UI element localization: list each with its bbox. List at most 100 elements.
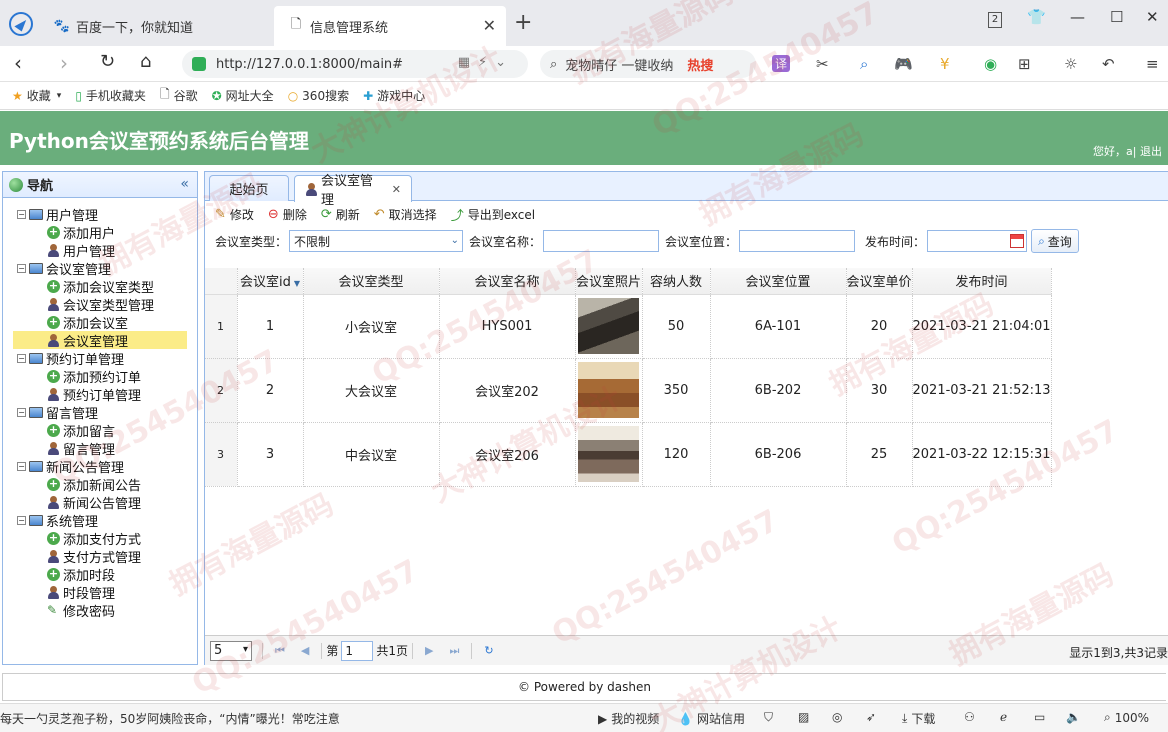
nav-item[interactable]: 新闻公告管理 bbox=[3, 493, 197, 512]
room-location-input[interactable] bbox=[739, 230, 856, 252]
url-action-icons[interactable]: ▦⚡⌄ bbox=[458, 55, 514, 70]
collapse-toggle-icon[interactable]: − bbox=[17, 209, 26, 219]
back-icon[interactable]: ‹ bbox=[14, 51, 22, 75]
nav-group[interactable]: − 系统管理 bbox=[3, 511, 197, 530]
hot-search-badge[interactable]: 热搜 bbox=[687, 55, 713, 74]
volume-icon[interactable]: 🔈 bbox=[1066, 710, 1081, 724]
browser-tab-active[interactable]: 🗋 信息管理系统 ✕ bbox=[274, 6, 506, 46]
cell-id[interactable]: 1 bbox=[237, 294, 304, 359]
mask-icon[interactable]: ⚇ bbox=[964, 710, 975, 724]
nav-item[interactable]: + 添加留言 bbox=[3, 421, 197, 440]
collapse-toggle-icon[interactable]: − bbox=[17, 515, 26, 525]
column-header-location[interactable]: 会议室位置 bbox=[710, 268, 847, 295]
cell-time[interactable]: 2021-03-21 21:04:01 bbox=[912, 294, 1052, 359]
table-row[interactable]: 1 1 小会议室 HYS001 50 6A-101 20 2021-03-21 21:04:0… bbox=[205, 294, 1052, 359]
nav-item[interactable]: 时段管理 bbox=[3, 583, 197, 602]
browser-search-input[interactable]: ⌕ 宠物晴仔 一键收纳 热搜 bbox=[540, 50, 756, 78]
magnifier-icon[interactable]: ⌕ bbox=[860, 55, 868, 73]
cell-price[interactable]: 25 bbox=[846, 422, 913, 487]
last-page-icon[interactable]: ⏭ bbox=[450, 644, 460, 658]
nav-item[interactable]: ✎ 修改密码 bbox=[3, 601, 197, 620]
nav-item[interactable]: 留言管理 bbox=[3, 439, 197, 458]
apps-grid-icon[interactable]: ⊞ bbox=[1018, 55, 1031, 73]
nav-group[interactable]: − 用户管理 bbox=[3, 205, 197, 224]
collapse-toggle-icon[interactable]: − bbox=[17, 461, 26, 471]
reload-icon[interactable]: ↻ bbox=[484, 644, 493, 657]
tab-home[interactable]: 起始页 bbox=[209, 175, 289, 201]
target-icon[interactable]: ◎ bbox=[832, 710, 842, 724]
refresh-button[interactable]: ⟳ 刷新 bbox=[321, 206, 360, 223]
news-ticker[interactable]: 每天一勺灵芝孢子粉，50岁阿姨险丧命，“内情”曝光！常吃注意 bbox=[0, 710, 340, 727]
page-number-input[interactable]: 1 bbox=[341, 640, 374, 661]
cell-capacity[interactable]: 350 bbox=[642, 358, 711, 423]
cell-id[interactable]: 2 bbox=[237, 358, 304, 423]
cell-type[interactable]: 中会议室 bbox=[303, 422, 440, 487]
rocket-icon[interactable]: ➶ bbox=[866, 710, 876, 724]
prev-page-icon[interactable]: ◀ bbox=[301, 644, 309, 657]
minimize-icon[interactable]: — bbox=[1070, 8, 1085, 26]
reload-icon[interactable]: ↻ bbox=[100, 51, 115, 72]
cell-time[interactable]: 2021-03-21 21:52:13 bbox=[912, 358, 1052, 423]
zoom-control[interactable]: ⌕ 100% bbox=[1104, 710, 1149, 725]
extension-icon[interactable]: ◉ bbox=[984, 55, 997, 73]
delete-button[interactable]: ⊖ 删除 bbox=[268, 206, 307, 223]
close-window-icon[interactable]: ✕ bbox=[1146, 8, 1159, 26]
page-size-select[interactable]: 5 ▾ bbox=[210, 640, 252, 661]
forward-icon[interactable]: › bbox=[60, 51, 68, 75]
maximize-icon[interactable]: ☐ bbox=[1110, 8, 1123, 26]
site-credit-button[interactable]: 💧 网站信用 bbox=[678, 710, 745, 727]
cell-photo[interactable] bbox=[575, 294, 643, 359]
cell-price[interactable]: 20 bbox=[846, 294, 913, 359]
brightness-icon[interactable]: ☼ bbox=[1064, 55, 1077, 73]
ie-icon[interactable]: ℯ bbox=[1000, 710, 1007, 724]
close-tab-icon[interactable]: ✕ bbox=[392, 183, 401, 196]
scissors-icon[interactable]: ✂ bbox=[816, 55, 829, 73]
download-button[interactable]: ⤓ 下载 bbox=[902, 710, 935, 727]
cancel-select-button[interactable]: ↶ 取消选择 bbox=[374, 206, 437, 223]
calendar-icon[interactable] bbox=[1010, 234, 1025, 248]
bookmark-google[interactable]: 🗋 谷歌 bbox=[160, 85, 198, 106]
cell-price[interactable]: 30 bbox=[846, 358, 913, 423]
room-type-select[interactable]: 不限制 ⌄ bbox=[289, 230, 464, 252]
nav-item[interactable]: + 添加时段 bbox=[3, 565, 197, 584]
nav-item[interactable]: 用户管理 bbox=[3, 241, 197, 260]
game-icon[interactable]: 🎮 bbox=[894, 55, 913, 73]
column-header-capacity[interactable]: 容纳人数 bbox=[642, 268, 711, 295]
table-row[interactable]: 2 2 大会议室 会议室202 350 6B-202 30 2021-03-21 21:52:… bbox=[205, 358, 1052, 423]
cell-capacity[interactable]: 50 bbox=[642, 294, 711, 359]
collapse-toggle-icon[interactable]: − bbox=[17, 407, 26, 417]
cell-location[interactable]: 6B-206 bbox=[710, 422, 847, 487]
column-header-time[interactable]: 发布时间 bbox=[912, 268, 1052, 295]
cell-type[interactable]: 小会议室 bbox=[303, 294, 440, 359]
nav-item[interactable]: + 添加会议室 bbox=[3, 313, 197, 332]
nav-item[interactable]: 支付方式管理 bbox=[3, 547, 197, 566]
cell-photo[interactable] bbox=[575, 422, 643, 487]
coupon-icon[interactable]: ¥ bbox=[940, 55, 950, 73]
nav-item[interactable]: 会议室管理 bbox=[13, 331, 187, 350]
first-page-icon[interactable]: ⏮ bbox=[275, 644, 285, 658]
edit-button[interactable]: ✎ 修改 bbox=[215, 206, 254, 223]
column-header-price[interactable]: 会议室单价 bbox=[846, 268, 913, 295]
next-page-icon[interactable]: ▶ bbox=[425, 644, 433, 657]
nav-group[interactable]: − 留言管理 bbox=[3, 403, 197, 422]
nav-item[interactable]: + 添加新闻公告 bbox=[3, 475, 197, 494]
collapse-icon[interactable]: « bbox=[180, 176, 189, 192]
query-button[interactable]: ⌕ 查询 bbox=[1031, 229, 1079, 253]
undo-icon[interactable]: ↶ bbox=[1102, 55, 1115, 73]
url-input[interactable]: http://127.0.0.1:8000/main# ▦⚡⌄ bbox=[182, 50, 528, 78]
collapse-toggle-icon[interactable]: − bbox=[17, 353, 26, 363]
column-header-photo[interactable]: 会议室照片 bbox=[575, 268, 643, 295]
column-header-id[interactable]: 会议室id ▼ bbox=[237, 268, 304, 295]
image-icon[interactable]: ▨ bbox=[798, 710, 809, 724]
cell-location[interactable]: 6A-101 bbox=[710, 294, 847, 359]
column-header-type[interactable]: 会议室类型 bbox=[303, 268, 440, 295]
nav-item[interactable]: 会议室类型管理 bbox=[3, 295, 197, 314]
shield-icon[interactable]: ⛉ bbox=[764, 710, 773, 725]
bookmark-mobile[interactable]: ▯ 手机收藏夹 bbox=[75, 87, 146, 104]
cell-id[interactable]: 3 bbox=[237, 422, 304, 487]
my-video-button[interactable]: ▶ 我的视频 bbox=[598, 710, 659, 727]
cell-photo[interactable] bbox=[575, 358, 643, 423]
export-excel-button[interactable]: ⤴ 导出到excel bbox=[451, 205, 535, 224]
nav-item[interactable]: + 添加支付方式 bbox=[3, 529, 197, 548]
cell-name[interactable]: 会议室206 bbox=[439, 422, 576, 487]
